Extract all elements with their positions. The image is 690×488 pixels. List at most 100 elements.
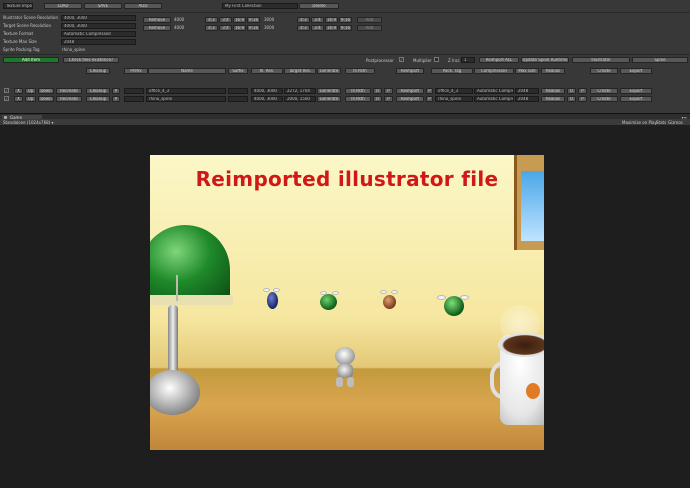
column-max-size[interactable]: Max size — [515, 68, 539, 74]
row-realias-button[interactable]: Realias — [541, 96, 565, 102]
reimport-all-button[interactable]: Reimport ALL — [479, 57, 519, 63]
row-realias-button[interactable]: Realias — [541, 88, 565, 94]
row-compression-dropdown[interactable]: Automatic Compres — [474, 88, 514, 94]
column-prefix[interactable]: Prefix — [124, 68, 148, 74]
row-pack-tag-field[interactable]: rhino_spine — [435, 96, 473, 102]
row-pr-button[interactable]: P — [384, 88, 393, 94]
ratio-3-4-button-2b[interactable]: 3:4 — [311, 25, 324, 31]
ratio-3-4-button-2[interactable]: 3:4 — [219, 25, 232, 31]
ratio-3-4-button-b[interactable]: 3:4 — [311, 17, 324, 23]
add-res-button[interactable]: Add — [357, 17, 382, 23]
ratio-16-9-button-2[interactable]: 16:9 — [233, 25, 246, 31]
ratio-16-9-button[interactable]: 16:9 — [233, 17, 246, 23]
ratio-9-16-button-b[interactable]: 9:16 — [339, 17, 352, 23]
row-remove-button[interactable]: X — [14, 88, 23, 94]
row-q-button[interactable]: O — [567, 88, 576, 94]
row-reimport-button[interactable]: Reimport — [396, 96, 424, 102]
column-target-res[interactable]: Target Res. — [284, 68, 316, 74]
ratio-4-3-button-b[interactable]: 4:3 — [297, 17, 310, 23]
postprocessor-checkbox[interactable]: ✓ — [399, 57, 404, 62]
add-button[interactable]: ADD — [124, 3, 162, 9]
column-compression[interactable]: Compression — [474, 68, 514, 74]
ratio-4-3-button[interactable]: 4:3 — [205, 17, 218, 23]
row-up-button[interactable]: Up — [25, 88, 36, 94]
texture-format-field[interactable]: Automatic Compressed — [61, 31, 136, 37]
game-scene[interactable]: Reimported illustrator file — [150, 155, 544, 450]
row-name-field[interactable]: rhino_spine — [146, 96, 226, 102]
row-export-button[interactable]: Export — [620, 88, 652, 94]
ratio-16-9-button-2b[interactable]: 16:9 — [325, 25, 338, 31]
remove-button-2[interactable]: Remove — [143, 25, 171, 31]
column-create[interactable]: Create — [590, 68, 618, 74]
add-item-button[interactable]: Add Item — [3, 57, 59, 63]
row-ill-path-button[interactable]: Ill.Path — [345, 88, 371, 94]
row-target-res-field[interactable]: 2272, 1704 — [284, 88, 316, 94]
ratio-9-16-button-2b[interactable]: 9:16 — [339, 25, 352, 31]
load-button[interactable]: LOAD — [44, 3, 82, 9]
column-export[interactable]: Export — [620, 68, 652, 74]
row-generate-button[interactable]: Generate — [317, 88, 341, 94]
row-compression-dropdown[interactable]: Automatic Compres — [474, 96, 514, 102]
column-ill-res[interactable]: Ill. Res. — [251, 68, 283, 74]
row-pack-p-button[interactable]: P — [426, 88, 433, 94]
ratio-16-9-button-b[interactable]: 16:9 — [325, 17, 338, 23]
row-ill-res-field[interactable]: 4000, 3000 — [251, 88, 283, 94]
row-export-button[interactable]: Export — [620, 96, 652, 102]
row-ill-res-field[interactable]: 4000, 3000 — [251, 96, 283, 102]
z-incr-field[interactable]: 1 — [461, 57, 475, 63]
check-files-button[interactable]: Check files existence? — [63, 57, 119, 63]
row-enable-checkbox[interactable]: ✓ — [4, 88, 9, 93]
row-suffix-field[interactable] — [228, 88, 248, 94]
row-target-res-field[interactable]: 2000, 1500 — [284, 96, 316, 102]
column-suffix[interactable]: Suffix — [228, 68, 248, 74]
row-q-button[interactable]: O — [567, 96, 576, 102]
row-recreate-button[interactable]: Recreate — [56, 88, 82, 94]
target-res-field[interactable]: 4000, 3000 — [61, 23, 136, 29]
row-pr-button[interactable]: P — [384, 96, 393, 102]
row-up-button[interactable]: Up — [25, 96, 36, 102]
column-ill-path[interactable]: Ill.Path — [345, 68, 375, 74]
row-p-button[interactable]: P — [112, 88, 120, 94]
row-name-field[interactable]: office_4_3 — [146, 88, 226, 94]
column-cleanup[interactable]: Cleanup — [86, 68, 110, 74]
row-pack-p-button[interactable]: P — [426, 96, 433, 102]
row-max-size-dropdown[interactable]: 2048 — [515, 88, 539, 94]
row-cleanup-button[interactable]: Cleanup — [86, 96, 110, 102]
spine-button[interactable]: Spine — [632, 57, 688, 63]
multiplier-checkbox[interactable] — [434, 57, 439, 62]
row-cleanup-button[interactable]: Cleanup — [86, 88, 110, 94]
save-button[interactable]: SAVE — [84, 3, 122, 9]
column-pack-tag[interactable]: Pack. Tag — [431, 68, 473, 74]
row-prefix-field[interactable] — [124, 88, 144, 94]
row-pack-tag-field[interactable]: office_4_3 — [435, 88, 473, 94]
row-o-button[interactable]: O — [373, 88, 382, 94]
row-remove-button[interactable]: X — [14, 96, 23, 102]
ratio-3-4-button[interactable]: 3:4 — [219, 17, 232, 23]
add-res-button-2[interactable]: Add — [357, 25, 382, 31]
update-spine-button[interactable]: Update Spine Runtime — [521, 57, 569, 63]
mode-dropdown[interactable]: Texture Import — [3, 3, 33, 9]
ratio-4-3-button-2[interactable]: 4:3 — [205, 25, 218, 31]
row-create-button[interactable]: Create — [590, 88, 618, 94]
row-recreate-button[interactable]: Recreate — [56, 96, 82, 102]
row-enable-checkbox[interactable]: ✓ — [4, 96, 9, 101]
delete-button[interactable]: Delete — [299, 3, 339, 9]
ratio-4-3-button-2b[interactable]: 4:3 — [297, 25, 310, 31]
ratio-9-16-button-2[interactable]: 9:16 — [247, 25, 260, 31]
row-create-button[interactable]: Create — [590, 96, 618, 102]
collection-dropdown[interactable]: My First Collection — [222, 3, 298, 9]
row-ill-path-button[interactable]: Ill.Path — [345, 96, 371, 102]
row-r-button[interactable]: P — [578, 88, 587, 94]
row-o-button[interactable]: O — [373, 96, 382, 102]
row-suffix-field[interactable] — [228, 96, 248, 102]
row-down-button[interactable]: Down — [38, 88, 54, 94]
row-generate-button[interactable]: Generate — [317, 96, 341, 102]
row-down-button[interactable]: Down — [38, 96, 54, 102]
column-name[interactable]: Name — [148, 68, 226, 74]
illustrator-res-field[interactable]: 4000, 3000 — [61, 15, 136, 21]
row-prefix-field[interactable] — [124, 96, 144, 102]
row-r-button[interactable]: P — [578, 96, 587, 102]
row-p-button[interactable]: P — [112, 96, 120, 102]
row-reimport-button[interactable]: Reimport — [396, 88, 424, 94]
column-reimport[interactable]: Reimport — [396, 68, 424, 74]
